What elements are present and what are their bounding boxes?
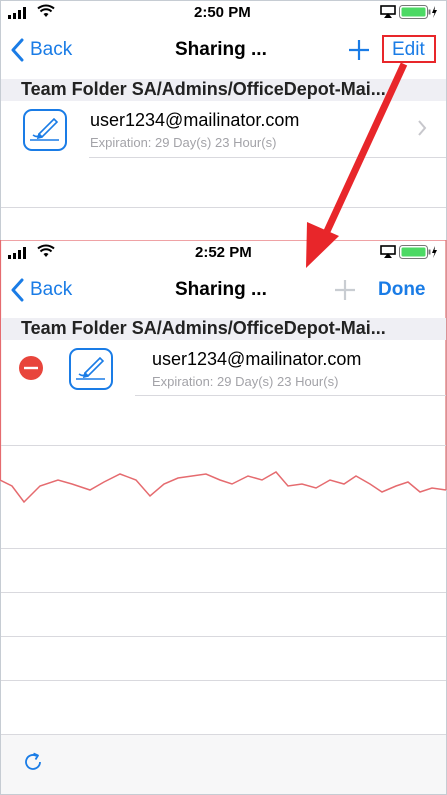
user-email: user1234@mailinator.com xyxy=(152,349,362,369)
minus-circle-icon xyxy=(19,356,43,380)
divider xyxy=(1,445,446,446)
refresh-button[interactable] xyxy=(21,750,45,779)
document-edit-icon xyxy=(69,348,113,390)
divider xyxy=(1,636,446,637)
share-list-item[interactable]: user1234@mailinator.com Expiration: 29 D… xyxy=(1,340,446,395)
divider xyxy=(1,680,446,681)
delete-button[interactable] xyxy=(18,355,44,386)
expiration-text: Expiration: 29 Day(s) 23 Hour(s) xyxy=(152,374,339,389)
refresh-icon xyxy=(25,752,41,770)
edit-mode-screen: 2:52 PM Back Sharing ... Done Team Folde… xyxy=(0,240,447,795)
divider xyxy=(135,395,446,396)
divider xyxy=(1,592,446,593)
section-header: Team Folder SA/Admins/OfficeDepot-Mai... xyxy=(1,318,446,340)
divider xyxy=(1,548,446,549)
annotation-arrow xyxy=(306,62,408,268)
bottom-toolbar xyxy=(1,734,446,794)
folder-path: Team Folder SA/Admins/OfficeDepot-Mai... xyxy=(21,318,386,338)
